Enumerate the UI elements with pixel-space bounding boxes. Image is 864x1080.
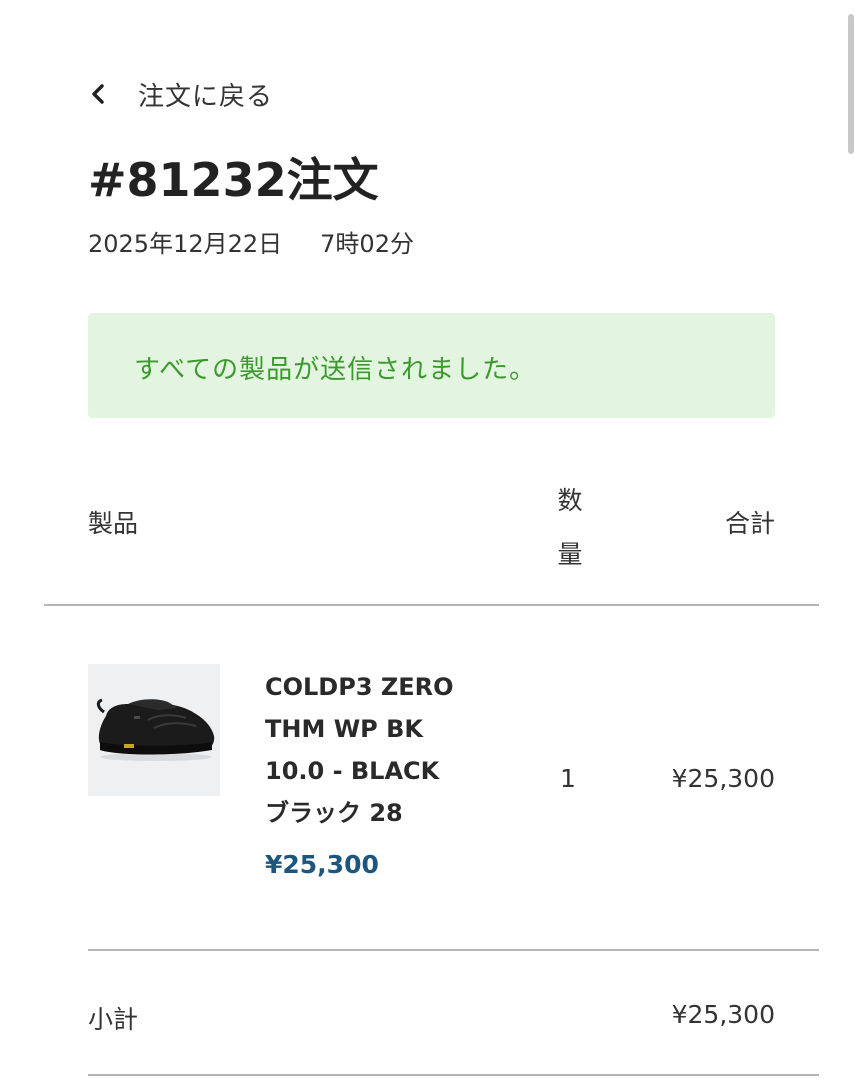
product-image[interactable] bbox=[88, 664, 220, 796]
product-quantity: 1 bbox=[560, 764, 576, 793]
column-header-quantity: 数量 bbox=[557, 486, 583, 569]
header-divider bbox=[44, 604, 819, 606]
order-title: #81232注文 bbox=[88, 153, 379, 207]
row-divider bbox=[88, 949, 819, 951]
product-unit-price: ¥25,300 bbox=[265, 850, 379, 879]
subtotal-divider bbox=[88, 1074, 819, 1076]
chevron-left-icon bbox=[88, 84, 108, 104]
order-datetime: 2025年12月22日 7時02分 bbox=[88, 226, 414, 262]
back-link-label: 注文に戻る bbox=[138, 81, 274, 112]
subtotal-label: 小計 bbox=[88, 1005, 139, 1034]
fulfillment-notice: すべての製品が送信されました。 bbox=[88, 313, 775, 418]
order-time: 7時02分 bbox=[320, 230, 414, 258]
subtotal-value: ¥25,300 bbox=[671, 1000, 775, 1029]
back-to-orders-link[interactable]: 注文に戻る bbox=[88, 74, 273, 114]
product-name[interactable]: COLDP3 ZERO THM WP BK 10.0 - BLACK ブラック … bbox=[265, 666, 525, 834]
notice-message: すべての製品が送信されました。 bbox=[134, 355, 537, 385]
scrollbar[interactable] bbox=[848, 14, 854, 154]
order-date: 2025年12月22日 bbox=[88, 230, 283, 258]
column-header-total: 合計 bbox=[724, 509, 775, 538]
order-detail-page: 注文に戻る #81232注文 2025年12月22日 7時02分 すべての製品が… bbox=[0, 0, 864, 1080]
column-header-product: 製品 bbox=[88, 509, 139, 538]
product-line-total: ¥25,300 bbox=[671, 764, 775, 793]
